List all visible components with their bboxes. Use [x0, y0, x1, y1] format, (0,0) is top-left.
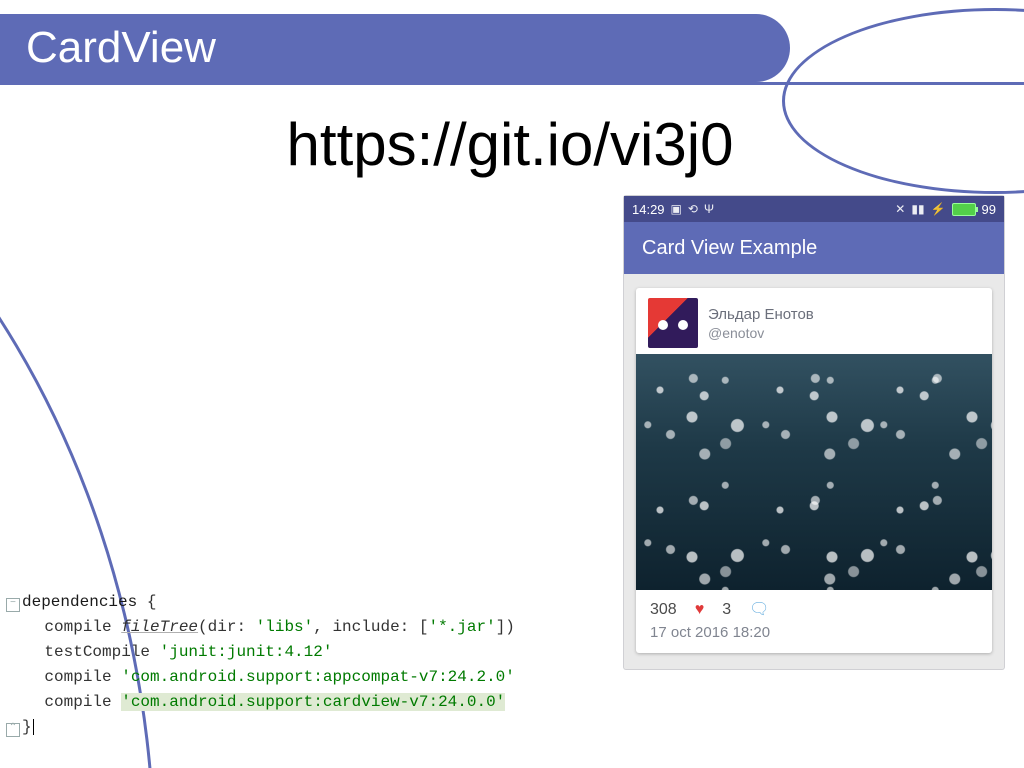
avatar — [648, 298, 698, 348]
slide-title: CardView — [26, 23, 216, 73]
code-line: compile 'com.android.support:appcompat-v… — [6, 665, 566, 690]
card-footer: 308 ♥ 3 🗨 — [636, 590, 992, 624]
sync-icon: ⟲ — [688, 202, 698, 216]
heart-icon: ♥ — [695, 601, 705, 619]
fold-end-icon: ⌃ — [6, 723, 20, 737]
battery-icon — [952, 203, 976, 216]
banner-underline — [0, 82, 1024, 85]
charging-icon: ⚡ — [931, 202, 946, 216]
slide-title-banner: CardView — [0, 14, 790, 82]
app-title: Card View Example — [642, 237, 817, 260]
example-card: Эльдар Енотов @enotov 308 ♥ 3 🗨 17 oct 2… — [636, 288, 992, 653]
code-line: compile 'com.android.support:cardview-v7… — [6, 690, 566, 715]
signal-icon: ▮▮ — [911, 202, 924, 216]
android-status-bar: 14:29 ▣ ⟲ Ψ ✕ ▮▮ ⚡ 99 — [624, 196, 1004, 222]
app-bar: Card View Example — [624, 222, 1004, 274]
code-line: −dependencies { — [6, 590, 566, 615]
card-user-handle: @enotov — [708, 325, 814, 341]
phone-mockup: 14:29 ▣ ⟲ Ψ ✕ ▮▮ ⚡ 99 Card View Example … — [624, 196, 1004, 669]
code-line: ⌃} — [6, 715, 566, 740]
usb-icon: Ψ — [704, 202, 714, 216]
battery-pct: 99 — [982, 202, 996, 217]
code-line: testCompile 'junit:junit:4.12' — [6, 640, 566, 665]
card-image — [636, 354, 992, 590]
card-header: Эльдар Енотов @enotov — [636, 288, 992, 354]
status-left: 14:29 ▣ ⟲ Ψ — [632, 202, 714, 217]
status-time: 14:29 — [632, 202, 665, 217]
mute-icon: ✕ — [895, 202, 905, 216]
status-right: ✕ ▮▮ ⚡ 99 — [895, 202, 996, 217]
caret-icon — [33, 719, 34, 735]
comments-count: 3 — [722, 601, 731, 619]
card-timestamp: 17 oct 2016 18:20 — [636, 624, 992, 653]
gradle-code-block: −dependencies { compile fileTree(dir: 'l… — [6, 590, 566, 740]
likes-count: 308 — [650, 601, 677, 619]
image-icon: ▣ — [671, 202, 682, 216]
short-url: https://git.io/vi3j0 — [150, 110, 870, 179]
comment-icon: 🗨 — [749, 599, 769, 619]
card-user-name: Эльдар Енотов — [708, 306, 814, 323]
code-line: compile fileTree(dir: 'libs', include: [… — [6, 615, 566, 640]
fold-icon: − — [6, 598, 20, 612]
